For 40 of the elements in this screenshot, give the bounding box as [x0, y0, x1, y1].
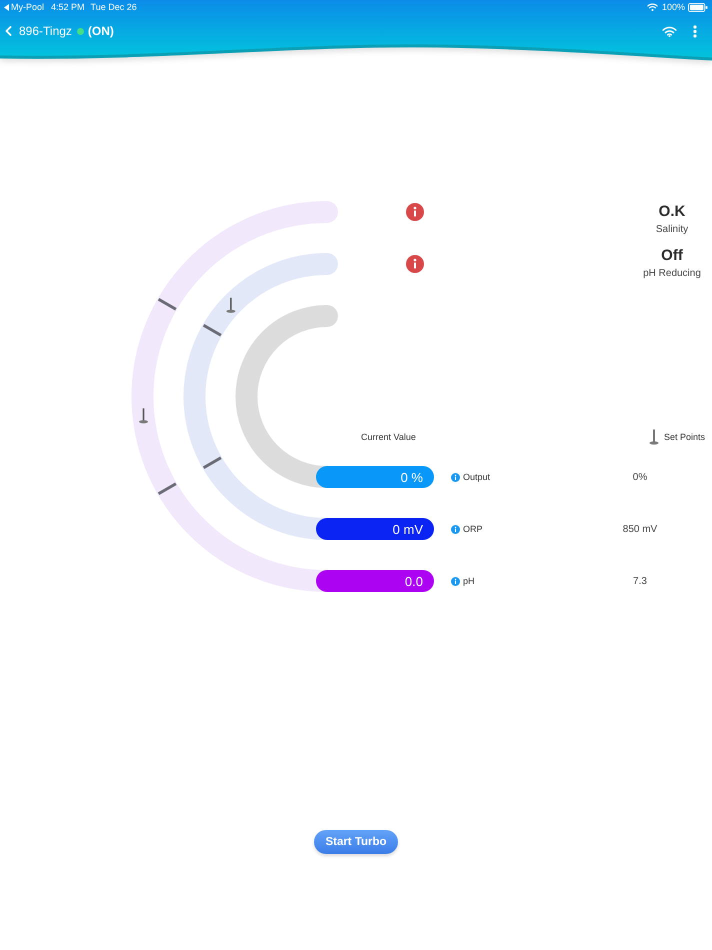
battery-icon — [688, 2, 708, 12]
back-triangle-icon[interactable] — [4, 4, 9, 10]
more-menu-icon[interactable] — [693, 24, 697, 38]
setpoint-marker-icon — [648, 429, 659, 445]
status-value: Off — [661, 247, 683, 265]
device-state: (ON) — [88, 24, 114, 38]
reading-label: ORP — [463, 524, 483, 534]
info-icon[interactable] — [406, 255, 424, 273]
column-heading: Set Points — [664, 432, 705, 442]
setpoint-value: 0% — [632, 472, 648, 482]
battery-percentage: 100% — [662, 2, 685, 12]
status-label: pH Reducing — [643, 267, 701, 281]
tick-mark — [158, 298, 177, 311]
setpoint-value: 850 mV — [622, 524, 658, 534]
current-value-pill: 0 % — [316, 466, 434, 488]
back-app-label[interactable]: My-Pool — [11, 2, 44, 12]
current-value-pill: 0 mV — [316, 518, 434, 540]
wifi-signal-icon — [646, 3, 658, 11]
info-icon[interactable] — [451, 524, 460, 534]
wifi-icon[interactable] — [662, 26, 677, 36]
info-icon[interactable] — [406, 203, 424, 221]
setpoint-value: 7.3 — [632, 576, 648, 586]
reading-label: Output — [463, 472, 490, 482]
info-icon[interactable] — [451, 576, 460, 586]
tick-mark — [202, 456, 222, 470]
back-icon[interactable] — [5, 26, 12, 36]
setpoint-marker-icon — [226, 298, 236, 313]
tick-mark — [202, 324, 222, 337]
status-date: Tue Dec 26 — [90, 2, 137, 12]
tick-mark — [158, 482, 177, 496]
start-turbo-button[interactable]: Start Turbo — [314, 830, 398, 854]
column-heading: Current Value — [361, 432, 416, 442]
status-value: O.K — [658, 203, 686, 221]
setpoint-marker-icon — [139, 408, 148, 424]
info-icon[interactable] — [451, 472, 460, 482]
current-value-pill: 0.0 — [316, 570, 434, 592]
device-name: 896-Tingz — [19, 24, 72, 38]
clock-time: 4:52 PM — [51, 2, 85, 12]
reading-label: pH — [463, 576, 475, 586]
status-label: Salinity — [656, 223, 688, 237]
